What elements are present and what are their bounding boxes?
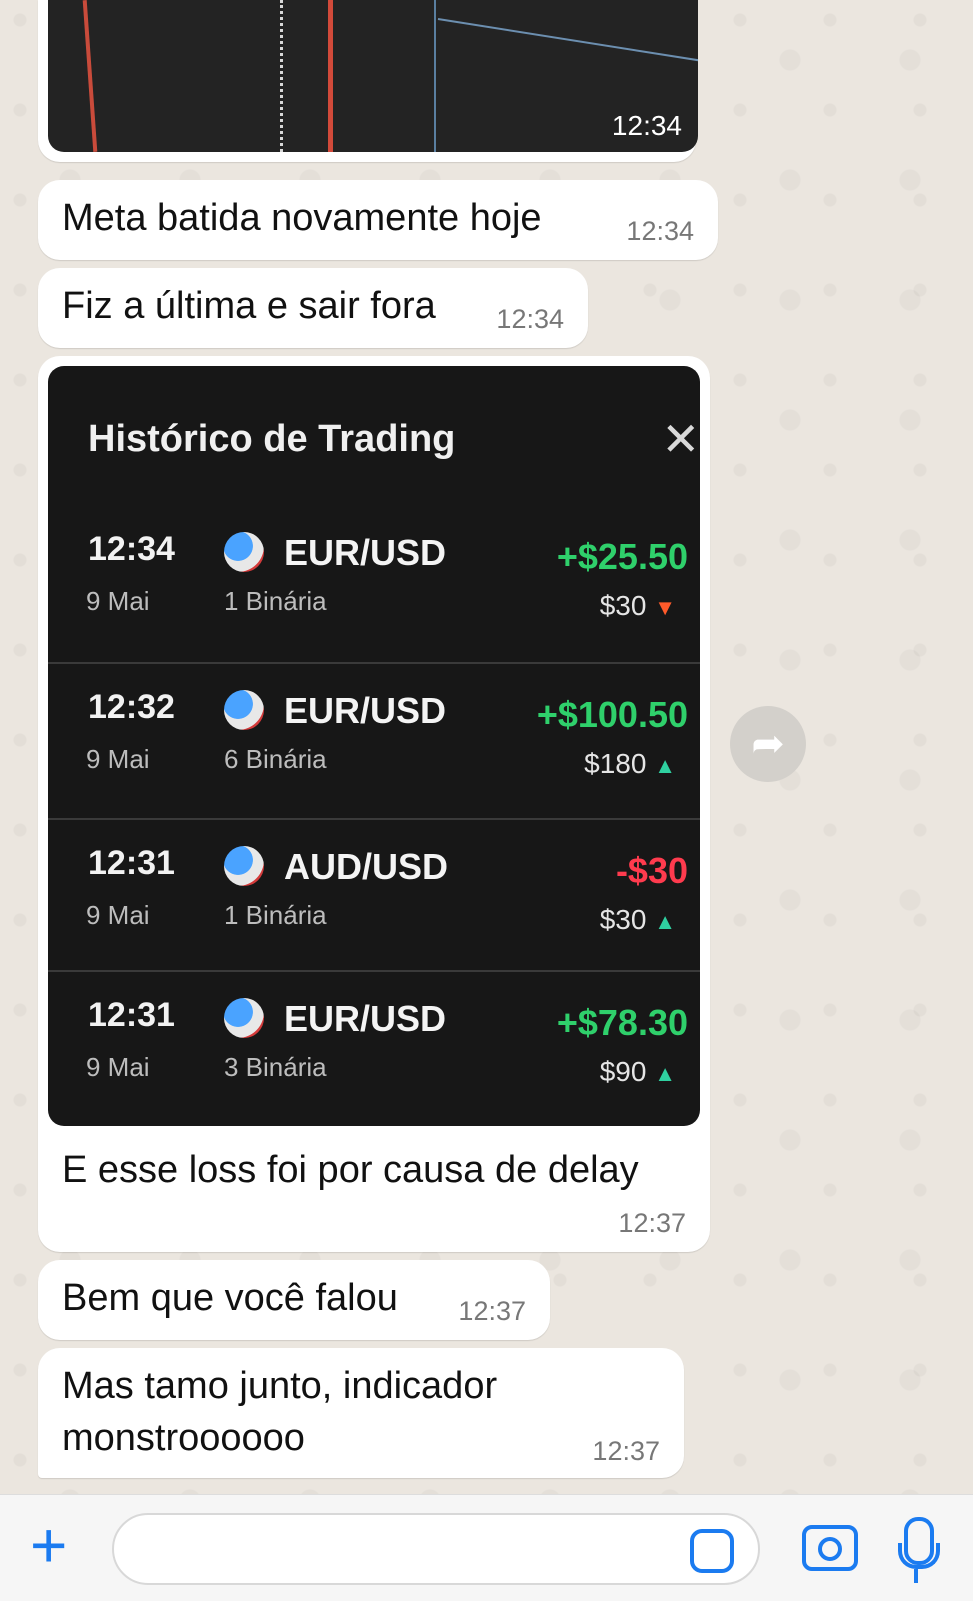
message-timestamp: 12:37 — [458, 1296, 526, 1326]
trade-pair: AUD/USD — [284, 846, 449, 887]
trade-type: 3 Binária — [224, 1052, 327, 1082]
trade-row: 12:34 9 Mai EUR/USD 1 Binária +$25.50 $3… — [48, 506, 700, 658]
trade-amount-value: $180 — [584, 748, 647, 779]
microphone-stand — [898, 1543, 940, 1569]
trade-type: 1 Binária — [224, 900, 327, 930]
message-timestamp: 12:37 — [592, 1436, 660, 1466]
trade-row: 12:31 9 Mai AUD/USD 1 Binária -$30 $30 ▲ — [48, 818, 700, 972]
trade-amount: $30 ▼ — [600, 590, 676, 622]
chart-line — [437, 18, 698, 63]
arrow-down-icon: ▼ — [654, 595, 676, 620]
trading-history-title: Histórico de Trading — [88, 418, 456, 460]
trade-row: 12:31 9 Mai EUR/USD 3 Binária +$78.30 $9… — [48, 970, 700, 1124]
sticker-icon[interactable] — [690, 1529, 734, 1573]
trade-pair: EUR/USD — [284, 690, 447, 731]
currency-flag-icon — [224, 690, 264, 730]
chart-line — [82, 0, 98, 152]
trade-amount: $90 ▲ — [600, 1056, 676, 1088]
trade-pair: EUR/USD — [284, 532, 447, 573]
currency-flag-icon — [224, 998, 264, 1038]
trade-date: 9 Mai — [86, 900, 150, 930]
trade-amount: $180 ▲ — [584, 748, 676, 780]
arrow-up-icon: ▲ — [654, 1061, 676, 1086]
trade-time: 12:32 — [88, 688, 175, 726]
message-text: Meta batida novamente hoje — [62, 197, 542, 239]
camera-icon[interactable] — [802, 1525, 858, 1571]
chart-line — [434, 0, 436, 152]
trade-row: 12:32 9 Mai EUR/USD 6 Binária +$100.50 $… — [48, 662, 700, 816]
trade-amount: $30 ▲ — [600, 904, 676, 936]
trade-amount-value: $90 — [599, 1056, 647, 1087]
trade-amount-value: $30 — [599, 590, 647, 621]
arrow-up-icon: ▲ — [654, 909, 676, 934]
forward-icon[interactable]: ➦ — [730, 706, 806, 782]
text-message-bubble[interactable]: Meta batida novamente hoje 12:34 — [38, 180, 718, 260]
chart-line — [280, 0, 286, 152]
text-message-bubble[interactable]: Mas tamo junto, indicador monstroooooo 1… — [38, 1348, 684, 1478]
image-caption: E esse loss foi por causa de delay — [62, 1149, 639, 1191]
trade-type: 6 Binária — [224, 744, 327, 774]
trade-amount-value: $30 — [599, 904, 647, 935]
message-text-line: Mas tamo junto, indicador — [62, 1365, 498, 1407]
currency-flag-icon — [224, 846, 264, 886]
image-message-bubble[interactable]: Histórico de Trading ✕ 12:34 9 Mai EUR/U… — [38, 356, 710, 1252]
chart-image[interactable]: 12:34 — [48, 0, 698, 152]
trade-date: 9 Mai — [86, 586, 150, 616]
message-input[interactable] — [112, 1513, 760, 1585]
trade-profit-loss: +$78.30 — [556, 1002, 688, 1043]
message-timestamp: 12:34 — [626, 216, 694, 246]
trade-time: 12:34 — [88, 530, 175, 568]
trade-time: 12:31 — [88, 844, 175, 882]
message-timestamp: 12:34 — [611, 110, 682, 141]
close-icon: ✕ — [661, 413, 700, 465]
message-text: Fiz a última e sair fora — [62, 285, 436, 327]
trading-history-image[interactable]: Histórico de Trading ✕ 12:34 9 Mai EUR/U… — [48, 366, 700, 1126]
text-message-bubble[interactable]: Fiz a última e sair fora 12:34 — [38, 268, 588, 348]
plus-icon[interactable]: + — [30, 1513, 67, 1577]
trade-pair: EUR/USD — [284, 998, 447, 1039]
message-timestamp: 12:37 — [618, 1208, 686, 1238]
message-timestamp: 12:34 — [496, 304, 564, 334]
arrow-up-icon: ▲ — [654, 753, 676, 778]
microphone-base — [914, 1569, 918, 1583]
trade-profit-loss: -$30 — [615, 850, 688, 891]
trade-type: 1 Binária — [224, 586, 327, 616]
message-input-bar: + — [0, 1494, 973, 1601]
image-message-bubble[interactable]: 12:34 — [38, 0, 698, 162]
chart-line — [328, 0, 333, 152]
trade-date: 9 Mai — [86, 744, 150, 774]
currency-flag-icon — [224, 532, 264, 572]
trade-date: 9 Mai — [86, 1052, 150, 1082]
trade-profit-loss: +$25.50 — [556, 536, 688, 577]
message-text-line: monstroooooo — [62, 1417, 305, 1459]
message-text: Bem que você falou — [62, 1277, 398, 1319]
text-message-bubble[interactable]: Bem que você falou 12:37 — [38, 1260, 550, 1340]
trade-profit-loss: +$100.50 — [536, 694, 688, 735]
trade-time: 12:31 — [88, 996, 175, 1034]
